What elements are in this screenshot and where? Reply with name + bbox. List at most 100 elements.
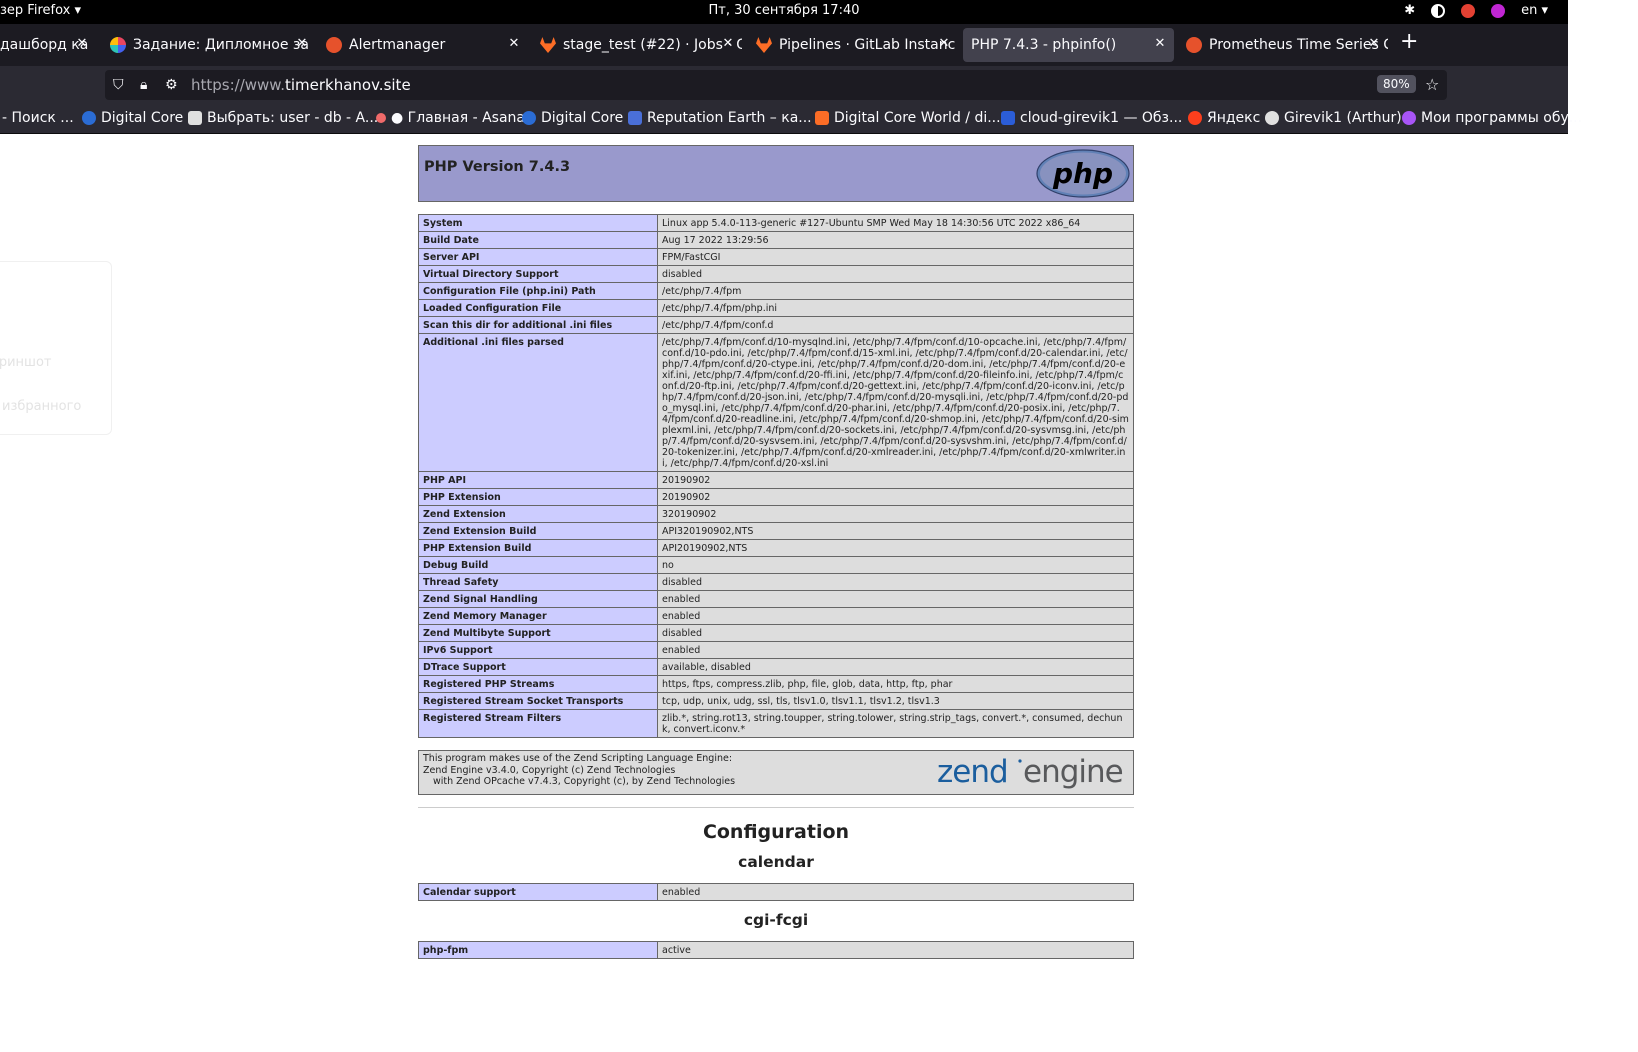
bookmark-item[interactable]: - Поиск ...: [2, 110, 74, 126]
info-value: Linux app 5.4.0-113-generic #127-Ubuntu …: [657, 214, 1134, 232]
info-value: disabled: [657, 573, 1134, 591]
info-key: Registered Stream Socket Transports: [418, 692, 658, 710]
close-icon[interactable]: ✕: [506, 36, 522, 51]
info-key: Debug Build: [418, 556, 658, 574]
clock[interactable]: Пт, 30 сентября 17:40: [0, 3, 1568, 18]
table-row: Zend Signal Handling enabled: [418, 590, 1134, 608]
tab-stage-test[interactable]: stage_test (#22) · Jobs · G ✕: [532, 28, 742, 62]
info-value: disabled: [657, 624, 1134, 642]
contrast-icon[interactable]: [1431, 3, 1446, 18]
tab-prometheus[interactable]: Prometheus Time Series C ✕: [1178, 28, 1388, 62]
info-value: enabled: [657, 641, 1134, 659]
app-tray-icon[interactable]: [1491, 3, 1506, 18]
tab-phpinfo[interactable]: PHP 7.4.3 - phpinfo() ✕: [963, 28, 1174, 62]
zend-engine-box: This program makes use of the Zend Scrip…: [418, 750, 1134, 795]
info-value: enabled: [657, 590, 1134, 608]
info-key: DTrace Support: [418, 658, 658, 676]
info-value: /etc/php/7.4/fpm/conf.d/10-mysqlnd.ini, …: [657, 333, 1134, 472]
lock-icon[interactable]: 🔒︎: [140, 77, 147, 93]
info-key: Server API: [418, 248, 658, 266]
bookmark-item[interactable]: Мои программы обу...: [1402, 110, 1582, 126]
bookmark-item[interactable]: Яндекс: [1188, 110, 1260, 126]
tab-dashboard[interactable]: дашборд ка ✕: [0, 28, 96, 62]
info-key: Build Date: [418, 231, 658, 249]
system-tray: ✱ en ▾: [1404, 3, 1548, 18]
gitlab-icon: [756, 37, 772, 53]
close-icon[interactable]: ✕: [720, 36, 736, 51]
permissions-icon[interactable]: ⚙: [165, 77, 178, 93]
system-top-bar: зер Firefox ▾ Пт, 30 сентября 17:40 ✱ en…: [0, 0, 1568, 24]
github-icon: [1265, 111, 1279, 125]
shield-icon[interactable]: ⛉: [113, 77, 124, 93]
module-title: calendar: [738, 853, 814, 871]
php-info-table: System Linux app 5.4.0-113-generic #127-U…: [418, 214, 1134, 738]
table-row: Additional .ini files parsed/etc/php/7.4…: [418, 333, 1134, 472]
info-value: API320190902,NTS: [657, 522, 1134, 540]
info-key: Zend Multibyte Support: [418, 624, 658, 642]
zend-logo-word: engine: [1023, 754, 1123, 790]
table-row: Configuration File (php.ini) Path/etc/ph…: [418, 282, 1134, 300]
bookmark-item[interactable]: Reputation Earth – ка...: [628, 110, 812, 126]
close-icon[interactable]: ✕: [294, 36, 310, 51]
calendar-table: Calendar support enabled: [418, 883, 1134, 901]
bookmark-item[interactable]: Girevik1 (Arthur): [1265, 110, 1402, 126]
tab-title: stage_test (#22) · Jobs · G: [563, 37, 742, 53]
bookmark-item[interactable]: ● Главная - Asana: [376, 110, 525, 126]
php-logo-icon[interactable]: php: [1036, 149, 1130, 198]
info-key: IPv6 Support: [418, 641, 658, 659]
info-key: PHP Extension Build: [418, 539, 658, 557]
info-value: 20190902: [657, 471, 1134, 489]
gitlab-icon: [540, 37, 556, 53]
info-value: enabled: [657, 607, 1134, 625]
info-key: Zend Memory Manager: [418, 607, 658, 625]
bookmark-item[interactable]: Выбрать: user - db - A...: [188, 110, 378, 126]
table-row: PHP API 20190902: [418, 471, 1134, 489]
language-switcher[interactable]: en ▾: [1521, 3, 1548, 18]
info-key: Configuration File (php.ini) Path: [418, 282, 658, 300]
digital-core-icon: [82, 111, 96, 125]
table-row: Debug Build no: [418, 556, 1134, 574]
info-key: Virtual Directory Support: [418, 265, 658, 283]
url-text[interactable]: https://www.timerkhanov.site: [191, 76, 411, 94]
zoom-level[interactable]: 80%: [1377, 75, 1416, 93]
info-value: available, disabled: [657, 658, 1134, 676]
bookmark-item[interactable]: cloud-girevik1 — Обз...: [1001, 110, 1182, 126]
zend-engine-logo-icon[interactable]: zend engine: [937, 753, 1129, 791]
config-value: enabled: [657, 883, 1134, 901]
info-key: Zend Extension Build: [418, 522, 658, 540]
bookmark-item[interactable]: Digital Core: [522, 110, 623, 126]
close-icon[interactable]: ✕: [1152, 36, 1168, 51]
info-value: disabled: [657, 265, 1134, 283]
new-tab-button[interactable]: +: [1400, 29, 1418, 54]
bookmark-item[interactable]: Digital Core: [82, 110, 183, 126]
bookmark-star-icon[interactable]: ☆: [1425, 75, 1439, 94]
table-row: System Linux app 5.4.0-113-generic #127-U…: [418, 214, 1134, 232]
table-row: Thread Safety disabled: [418, 573, 1134, 591]
zend-logo-word: zend: [937, 754, 1008, 790]
slack-icon[interactable]: ✱: [1404, 3, 1415, 18]
tab-title: Alertmanager: [349, 37, 446, 53]
php-logo-text: php: [1052, 157, 1113, 190]
phpmyadmin-icon: [188, 111, 202, 125]
bookmark-item[interactable]: Digital Core World / di...: [815, 110, 1001, 126]
php-version-title: PHP Version 7.4.3: [424, 159, 571, 175]
info-value: 320190902: [657, 505, 1134, 523]
table-row: php-fpm active: [418, 941, 1134, 959]
config-key: Calendar support: [418, 883, 658, 901]
info-value: 20190902: [657, 488, 1134, 506]
url-bar[interactable]: ⛉ 🔒︎ ⚙ https://www.timerkhanov.site 80% …: [105, 70, 1447, 100]
tab-assignment[interactable]: Задание: Дипломное за ✕: [102, 28, 316, 62]
prometheus-icon: [1186, 37, 1202, 53]
close-icon[interactable]: ✕: [74, 36, 90, 51]
tab-alertmanager[interactable]: Alertmanager ✕: [318, 28, 528, 62]
tab-pipelines[interactable]: Pipelines · GitLab Instanc ✕: [748, 28, 958, 62]
digital-core-icon: [522, 111, 536, 125]
courses-icon: [1402, 111, 1416, 125]
info-key: Scan this dir for additional .ini files: [418, 316, 658, 334]
tab-title: Prometheus Time Series C: [1209, 37, 1388, 53]
table-row: Build Date Aug 17 2022 13:29:56: [418, 231, 1134, 249]
close-icon[interactable]: ✕: [1366, 36, 1382, 51]
info-key: PHP API: [418, 471, 658, 489]
close-icon[interactable]: ✕: [936, 36, 952, 51]
chrome-icon[interactable]: [1461, 3, 1476, 18]
